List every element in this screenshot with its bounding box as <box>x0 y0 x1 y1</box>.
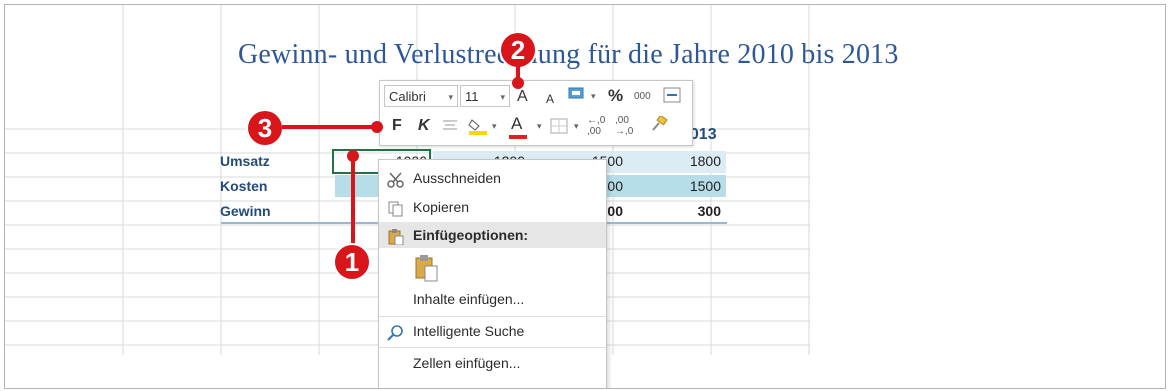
merge-center-icon[interactable] <box>663 87 681 110</box>
callout-2-badge: 2 <box>501 33 535 67</box>
increase-decimal-top: ←,0 <box>587 115 606 126</box>
font-name-value: Calibri <box>389 89 426 104</box>
search-icon <box>387 323 405 341</box>
paste-icon <box>387 227 405 246</box>
style-dropdown-icon[interactable]: ▾ <box>591 85 596 107</box>
percent-button[interactable]: % <box>608 85 623 107</box>
font-color-swatch <box>509 135 527 139</box>
row-label-umsatz[interactable]: Umsatz <box>220 153 270 169</box>
sheet-title: Gewinn- und Verlustrechnung für die Jahr… <box>238 39 899 70</box>
callout-1-badge: 1 <box>335 245 369 279</box>
scissors-icon <box>387 170 405 188</box>
shrink-font-button[interactable]: A <box>546 88 554 110</box>
mini-toolbar: Calibri ▾ 11 ▾ A A ▾ % 000 F K ▾ A ▾ ▾ ←… <box>379 80 693 146</box>
menu-item-label: Inhalte einfügen... <box>413 291 525 307</box>
font-size-value: 11 <box>465 89 479 104</box>
font-size-box[interactable]: 11 ▾ <box>460 85 510 107</box>
paste-large-icon <box>415 255 438 282</box>
font-color-letter: A <box>511 114 523 133</box>
menu-item-zellen-einfuegen[interactable]: Zellen einfügen... <box>379 350 606 376</box>
italic-button[interactable]: K <box>418 115 430 137</box>
decrease-decimal-top: ,00 <box>615 115 629 126</box>
context-menu: Ausschneiden Kopieren Einfügeoptionen: I… <box>378 159 607 388</box>
grow-font-button[interactable]: A <box>517 86 528 108</box>
font-name-box[interactable]: Calibri ▾ <box>384 85 458 107</box>
menu-item-label: Ausschneiden <box>413 170 501 186</box>
font-size-dropdown-icon[interactable]: ▾ <box>500 86 505 108</box>
row-label-gewinn[interactable]: Gewinn <box>220 203 271 219</box>
increase-decimal-button[interactable]: ←,0 ,00 <box>587 115 605 137</box>
thousands-separator-button[interactable]: 000 <box>634 86 651 108</box>
copy-icon <box>387 199 405 217</box>
format-painter-style-icon[interactable] <box>568 86 586 109</box>
menu-item-label: Intelligente Suche <box>413 323 525 339</box>
menu-separator <box>379 316 606 317</box>
menu-header-einfuegeoptionen: Einfügeoptionen: <box>379 222 606 248</box>
callout-2-anchor-dot <box>512 77 524 89</box>
callout-1-line <box>351 155 355 250</box>
menu-item-label: Kopieren <box>413 199 470 215</box>
screenshot-frame: Gewinn- und Verlustrechnung für die Jahr… <box>4 4 1166 389</box>
cell-umsatz-2013[interactable]: 1800 <box>629 153 721 169</box>
fill-color-icon[interactable] <box>467 117 489 142</box>
menu-item-label: Einfügeoptionen: <box>413 227 529 243</box>
font-color-button[interactable]: A <box>509 113 527 139</box>
menu-item-kopieren[interactable]: Kopieren <box>379 194 606 220</box>
menu-item-ausschneiden[interactable]: Ausschneiden <box>379 165 606 191</box>
format-painter-icon[interactable] <box>650 114 668 139</box>
borders-dropdown-icon[interactable]: ▾ <box>574 115 579 137</box>
decrease-decimal-bottom: →,0 <box>615 126 634 137</box>
decrease-decimal-button[interactable]: ,00 →,0 <box>615 115 633 137</box>
align-center-icon[interactable] <box>442 118 458 140</box>
font-color-dropdown-icon[interactable]: ▾ <box>537 115 542 137</box>
callout-3-line <box>282 125 376 129</box>
increase-decimal-bottom: ,00 <box>587 126 601 137</box>
menu-item-inhalte-einfuegen[interactable]: Inhalte einfügen... <box>379 286 606 312</box>
bold-button[interactable]: F <box>392 115 402 137</box>
paste-option-button[interactable] <box>413 254 441 282</box>
cell-kosten-2013[interactable]: 1500 <box>629 178 721 194</box>
fill-color-dropdown-icon[interactable]: ▾ <box>492 115 497 137</box>
callout-3-anchor-dot <box>371 121 383 133</box>
menu-separator <box>379 347 606 348</box>
menu-item-label: Zellen einfügen... <box>413 355 521 371</box>
borders-icon[interactable] <box>550 118 568 141</box>
row-label-kosten[interactable]: Kosten <box>220 178 267 194</box>
cell-gewinn-2013[interactable]: 300 <box>629 203 721 219</box>
font-name-dropdown-icon[interactable]: ▾ <box>448 86 453 108</box>
menu-item-intelligente-suche[interactable]: Intelligente Suche <box>379 318 606 344</box>
callout-3-badge: 3 <box>248 111 282 145</box>
